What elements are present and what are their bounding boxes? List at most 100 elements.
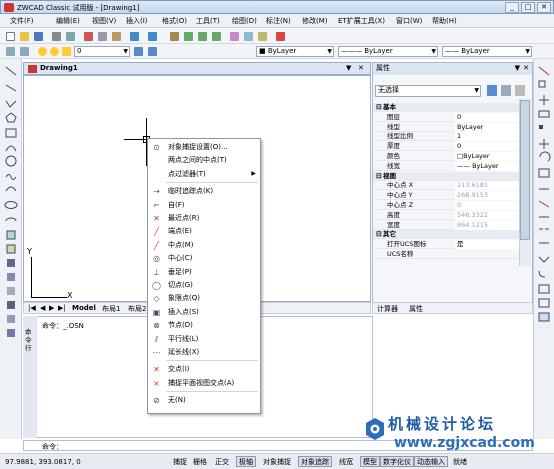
osnap-menu-item-5[interactable]: ✕ 最近点(R)	[148, 212, 260, 224]
osnap-menu-item-3[interactable]: ⇢ 临时追踪点(K)	[148, 185, 260, 197]
property-category[interactable]: ⊟ 视图	[373, 171, 521, 181]
open-file-icon[interactable]	[20, 32, 29, 41]
property-value[interactable]: 0	[455, 142, 521, 152]
cut-icon[interactable]	[84, 32, 93, 41]
osnap-menu-item-17[interactable]: ⨯ 捕捉平面视图交点(A)	[148, 377, 260, 389]
zoom-window-icon[interactable]	[198, 32, 207, 41]
help-icon[interactable]	[276, 32, 285, 41]
copy-icon[interactable]	[98, 32, 107, 41]
osnap-menu-item-16[interactable]: ✕ 交点(I)	[148, 363, 260, 375]
pan-icon[interactable]	[170, 32, 179, 41]
layout-nav-prev-icon[interactable]: ◀	[40, 304, 45, 312]
doc-close-icon[interactable]: ✕	[358, 64, 364, 72]
property-row[interactable]: 厚度 0	[373, 142, 521, 152]
property-category[interactable]: ⊟ 基本	[373, 103, 521, 112]
osnap-menu-item-4[interactable]: ⌐ 自(F)	[148, 199, 260, 211]
document-tab[interactable]: Drawing1 ▼ ✕	[23, 62, 371, 75]
redo-icon[interactable]	[148, 32, 157, 41]
property-row[interactable]: 中心点 X 213.6181	[373, 181, 521, 191]
layer-match-icon[interactable]	[148, 47, 157, 56]
property-category[interactable]: ⊟ 其它	[373, 230, 521, 240]
selection-combo[interactable]: 无选择 ▼	[375, 85, 481, 97]
zoom-previous-icon[interactable]	[212, 32, 221, 41]
save-icon[interactable]	[34, 32, 43, 41]
layout-nav-last-icon[interactable]: ▶|	[58, 304, 66, 312]
tab-layout1[interactable]: 布局1	[102, 304, 120, 314]
panel-close-icon[interactable]: ✕	[523, 63, 529, 74]
osnap-menu-item-2[interactable]: 点过滤器(T) ▶	[148, 168, 260, 180]
layer-combo[interactable]: 0 ▼	[74, 46, 130, 57]
collapse-icon[interactable]: ⊟	[376, 103, 382, 112]
layer-freeze-icon[interactable]	[50, 47, 59, 56]
property-row[interactable]: 线宽 —— ByLayer	[373, 161, 521, 171]
osnap-menu-item-9[interactable]: ⊥ 垂足(P)	[148, 266, 260, 278]
select-objects-icon[interactable]	[501, 85, 511, 96]
property-value[interactable]: 0	[455, 201, 521, 210]
property-value[interactable]: □ByLayer	[455, 152, 521, 161]
osnap-menu-item-14[interactable]: ⫽ 平行线(L)	[148, 333, 260, 345]
property-value[interactable]: 213.6181	[455, 181, 521, 191]
property-value[interactable]: 是	[455, 240, 521, 250]
tool-palette-icon[interactable]	[258, 32, 267, 41]
menu-item-6[interactable]: 绘图(D)	[232, 16, 257, 26]
layer-on-icon[interactable]	[38, 47, 47, 56]
osnap-menu-item-13[interactable]: ⊗ 节点(D)	[148, 319, 260, 331]
linetype-combo[interactable]: ——— ByLayer ▼	[338, 46, 438, 57]
status-toggle-9[interactable]: 动态输入	[414, 456, 448, 467]
property-row[interactable]: 中心点 Z 0	[373, 201, 521, 210]
osnap-menu-item-18[interactable]: ⊘ 无(N)	[148, 394, 260, 406]
status-toggle-7[interactable]: 模型	[360, 456, 380, 467]
print-preview-icon[interactable]	[66, 32, 75, 41]
osnap-menu-item-12[interactable]: ▣ 插入点(S)	[148, 306, 260, 318]
menu-item-4[interactable]: 格式(O)	[162, 16, 187, 26]
properties-icon[interactable]	[230, 32, 239, 41]
tab-model[interactable]: Model	[72, 304, 96, 312]
quick-select-icon[interactable]	[487, 85, 497, 96]
menu-item-9[interactable]: ET扩展工具(X)	[338, 16, 385, 26]
property-value[interactable]: 546.3322	[455, 210, 521, 220]
osnap-menu-item-7[interactable]: ╱ 中点(M)	[148, 239, 260, 251]
osnap-menu-item-8[interactable]: ◎ 中心(C)	[148, 252, 260, 264]
menu-item-11[interactable]: 帮助(H)	[432, 16, 457, 26]
tab-properties[interactable]: 属性	[409, 304, 423, 314]
osnap-menu-item-0[interactable]: ⊙ 对象捕捉设置(O)...	[148, 141, 260, 153]
toggle-pickadd-icon[interactable]	[515, 85, 525, 96]
undo-icon[interactable]	[130, 32, 139, 41]
lineweight-combo[interactable]: —— ByLayer ▼	[442, 46, 532, 57]
layer-manager-icon[interactable]	[6, 47, 15, 56]
property-value[interactable]: ByLayer	[455, 122, 521, 132]
status-toggle-6[interactable]: 线宽	[336, 456, 356, 467]
design-center-icon[interactable]	[244, 32, 253, 41]
status-toggle-8[interactable]: 数字化仪	[380, 456, 414, 467]
osnap-menu-item-15[interactable]: ⋯ 延长线(X)	[148, 346, 260, 358]
status-toggle-4[interactable]: 对象捕捉	[260, 456, 294, 467]
status-toggle-3[interactable]: 极轴	[236, 456, 256, 467]
property-row[interactable]: 中心点 Y 268.9153	[373, 191, 521, 201]
maximize-button[interactable]: □	[521, 2, 535, 13]
property-row[interactable]: 宽度 864.1215	[373, 220, 521, 230]
minimize-button[interactable]: _	[505, 2, 519, 13]
property-value[interactable]: 0	[455, 112, 521, 122]
menu-item-1[interactable]: 编辑(E)	[56, 16, 80, 26]
menu-item-5[interactable]: 工具(T)	[196, 16, 220, 26]
tab-calculator[interactable]: 计算器	[377, 304, 398, 314]
menu-item-3[interactable]: 插入(I)	[126, 16, 148, 26]
zoom-realtime-icon[interactable]	[184, 32, 193, 41]
status-toggle-0[interactable]: 捕捉	[170, 456, 190, 467]
make-current-icon[interactable]	[134, 47, 143, 56]
print-icon[interactable]	[52, 32, 61, 41]
doc-menu-arrow-icon[interactable]: ▼	[346, 64, 351, 72]
close-button[interactable]: ✕	[537, 2, 551, 13]
osnap-menu-item-1[interactable]: 两点之间的中点(T)	[148, 154, 260, 166]
property-row[interactable]: 图层 0	[373, 112, 521, 122]
collapse-icon[interactable]: ⊟	[376, 230, 382, 239]
tab-layout2[interactable]: 布局2	[128, 304, 146, 314]
property-value[interactable]: 268.9153	[455, 191, 521, 201]
menu-item-0[interactable]: 文件(F)	[10, 16, 34, 26]
property-row[interactable]: 线型比例 1	[373, 132, 521, 142]
property-row[interactable]: 颜色 □ByLayer	[373, 152, 521, 161]
status-toggle-5[interactable]: 对象追踪	[298, 456, 332, 467]
property-value[interactable]: 864.1215	[455, 220, 521, 230]
property-row[interactable]: 打开UCS图标 是	[373, 240, 521, 250]
layout-nav-next-icon[interactable]: ▶	[49, 304, 54, 312]
